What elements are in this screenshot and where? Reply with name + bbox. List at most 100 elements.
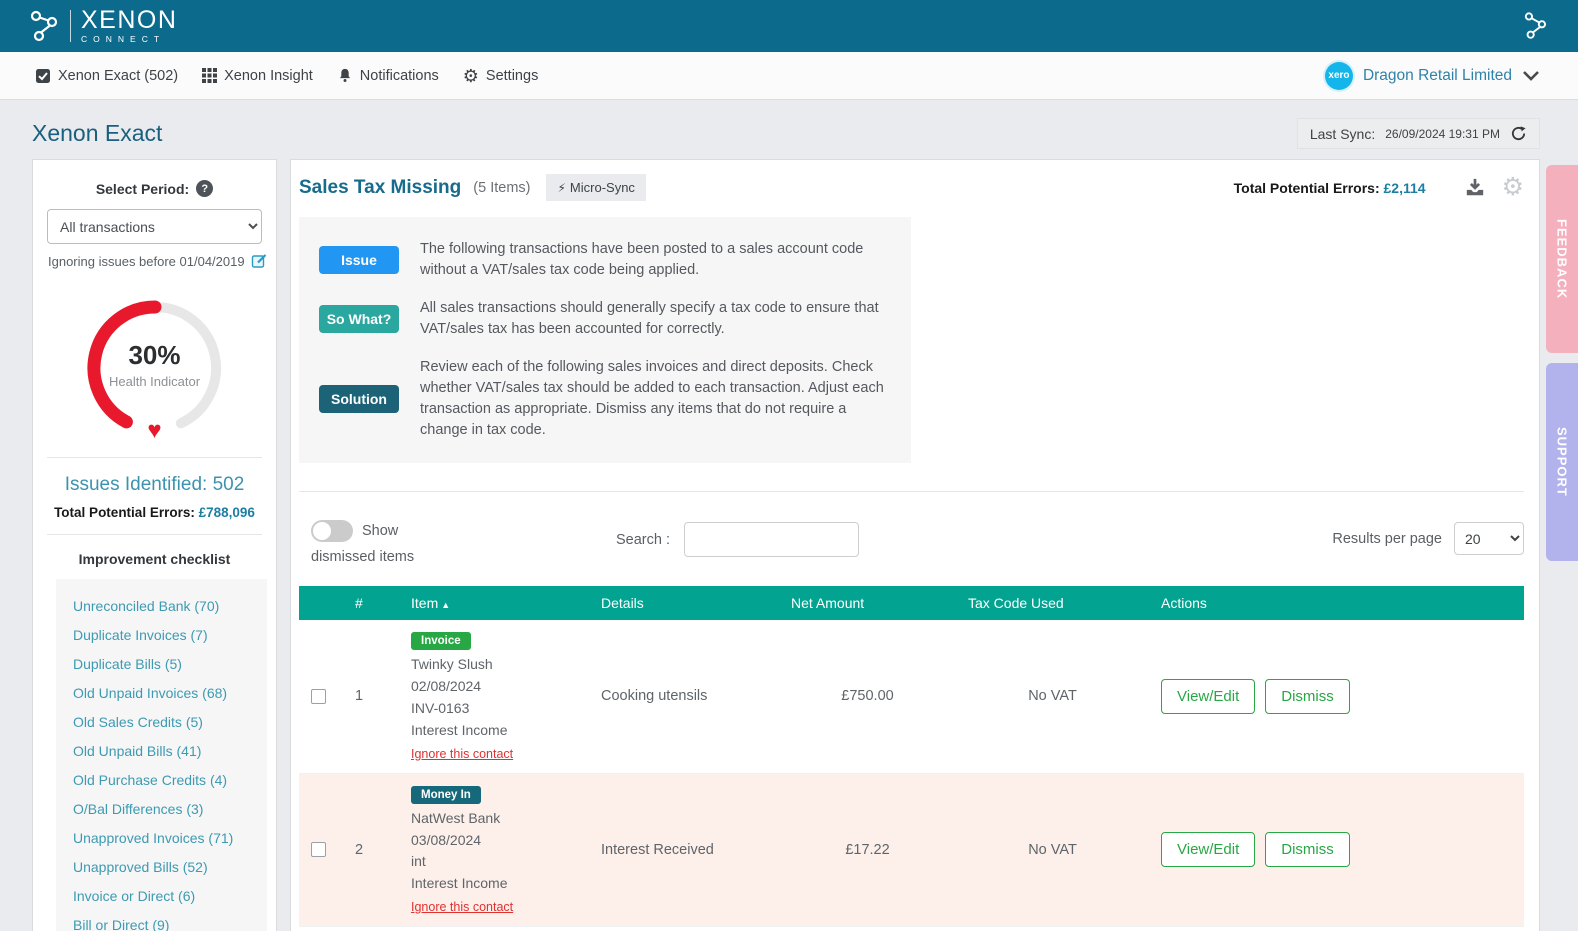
xero-badge: xero — [1325, 62, 1353, 90]
search-label: Search : — [616, 532, 670, 548]
divider — [299, 491, 1524, 492]
last-sync-box: Last Sync: 26/09/2024 19:31 PM — [1297, 118, 1540, 149]
checklist-item[interactable]: Unapproved Invoices (71) — [56, 823, 267, 852]
page-head: Xenon Exact Last Sync: 26/09/2024 19:31 … — [0, 100, 1578, 159]
nav-label: Xenon Exact (502) — [58, 68, 178, 84]
nav-item-notifications[interactable]: Notifications — [337, 67, 439, 84]
ignore-contact-link[interactable]: Ignore this contact — [411, 900, 513, 914]
period-select[interactable]: All transactions — [47, 209, 262, 244]
search-input[interactable] — [684, 522, 859, 557]
health-gauge: 30% Health Indicator ♥ — [80, 293, 230, 443]
items-count: (5 Items) — [473, 180, 530, 196]
solution-text: Review each of the following sales invoi… — [420, 357, 891, 441]
nav-label: Xenon Insight — [224, 68, 313, 84]
net-amount-cell: £750.00 — [779, 620, 956, 773]
nav-item-settings[interactable]: ⚙ Settings — [463, 67, 539, 85]
net-amount-cell: £17.22 — [779, 774, 956, 927]
row-number: 1 — [343, 620, 399, 773]
account-name: Dragon Retail Limited — [1363, 67, 1512, 85]
table-header-row: # Item▲ Details Net Amount Tax Code Used… — [299, 586, 1524, 620]
actions-cell: View/Edit Dismiss — [1149, 620, 1524, 773]
gear-icon: ⚙ — [463, 67, 479, 85]
table-row: 1InvoiceTwinky Slush02/08/2024INV-0163In… — [299, 620, 1524, 774]
nav-item-xenon-insight[interactable]: Xenon Insight — [202, 68, 313, 84]
item-line: 02/08/2024 — [411, 677, 481, 696]
checklist-item[interactable]: Old Unpaid Invoices (68) — [56, 678, 267, 707]
checklist-item[interactable]: Unreconciled Bank (70) — [56, 591, 267, 620]
ignore-contact-link[interactable]: Ignore this contact — [411, 747, 513, 761]
sidebar-total-errors-value: £788,096 — [199, 505, 255, 520]
col-header-details: Details — [589, 595, 779, 611]
sort-asc-icon: ▲ — [441, 600, 450, 610]
checklist-item[interactable]: Bill or Direct (9) — [56, 910, 267, 931]
so-what-text: All sales transactions should generally … — [420, 298, 891, 340]
item-line: Interest Income — [411, 721, 508, 740]
results-per-page-label: Results per page — [1332, 531, 1442, 547]
settings-gear-icon[interactable]: ⚙ — [1502, 175, 1524, 200]
checklist-panel: Unreconciled Bank (70)Duplicate Invoices… — [56, 579, 267, 931]
row-checkbox[interactable] — [311, 689, 326, 704]
checklist-item[interactable]: O/Bal Differences (3) — [56, 794, 267, 823]
row-number: 2 — [343, 774, 399, 927]
item-line: int — [411, 852, 426, 871]
select-period-label: Select Period: — [96, 181, 189, 197]
net-amount-cell: £47.00 — [779, 927, 956, 931]
divider — [47, 457, 262, 458]
feedback-tab[interactable]: FEEDBACK — [1546, 165, 1578, 353]
solution-badge: Solution — [319, 385, 399, 413]
health-label: Health Indicator — [109, 374, 200, 389]
results-per-page-select[interactable]: 20 — [1454, 522, 1524, 555]
issue-badge: Issue — [319, 246, 399, 274]
checklist-item[interactable]: Duplicate Bills (5) — [56, 649, 267, 678]
issues-table: # Item▲ Details Net Amount Tax Code Used… — [299, 586, 1524, 931]
dismiss-button[interactable]: Dismiss — [1265, 832, 1350, 867]
download-icon[interactable] — [1464, 178, 1486, 198]
item-line: 03/08/2024 — [411, 831, 481, 850]
table-row: 2Money InNatWest Bank03/08/2024intIntere… — [299, 774, 1524, 928]
item-cell: InvoiceAdobe04/08/2024INV-0165Sales — [399, 927, 589, 931]
nav-item-xenon-exact[interactable]: Xenon Exact (502) — [35, 68, 178, 84]
show-dismissed-toggle[interactable] — [311, 520, 353, 542]
col-header-tax-code: Tax Code Used — [956, 595, 1149, 611]
chevron-down-icon — [1522, 69, 1540, 82]
help-icon[interactable]: ? — [196, 180, 213, 197]
page-title: Xenon Exact — [32, 120, 162, 147]
heart-icon: ♥ — [147, 419, 161, 443]
ignoring-issues-text: Ignoring issues before 01/04/2019 — [48, 254, 245, 269]
item-line: NatWest Bank — [411, 809, 500, 828]
dismiss-button[interactable]: Dismiss — [1265, 679, 1350, 714]
account-dropdown[interactable]: xero Dragon Retail Limited — [1325, 62, 1540, 90]
micro-sync-badge[interactable]: ⚡ Micro-Sync — [546, 174, 645, 201]
divider — [47, 534, 262, 535]
checklist-item[interactable]: Unapproved Bills (52) — [56, 852, 267, 881]
item-line: Twinky Slush — [411, 655, 493, 674]
logo-sub: CONNECT — [81, 35, 177, 44]
logo-text: XENON CONNECT — [81, 8, 177, 44]
checklist-item[interactable]: Old Sales Credits (5) — [56, 707, 267, 736]
col-header-item[interactable]: Item▲ — [399, 595, 589, 611]
checklist-item[interactable]: Old Unpaid Bills (41) — [56, 736, 267, 765]
col-header-net-amount: Net Amount — [779, 595, 956, 611]
item-line: Interest Income — [411, 874, 508, 893]
support-tab[interactable]: SUPPORT — [1546, 363, 1578, 561]
checklist-item[interactable]: Duplicate Invoices (7) — [56, 620, 267, 649]
checklist-title: Improvement checklist — [33, 551, 276, 567]
row-checkbox[interactable] — [311, 842, 326, 857]
refresh-icon[interactable] — [1510, 125, 1527, 142]
logo-main: XENON — [81, 8, 177, 33]
edit-icon[interactable] — [251, 253, 267, 269]
details-cell: Cooking utensils — [589, 620, 779, 773]
checklist-item[interactable]: Invoice or Direct (6) — [56, 881, 267, 910]
checklist-item[interactable]: Old Purchase Credits (4) — [56, 765, 267, 794]
tax-code-cell: No VAT — [956, 927, 1149, 931]
molecule-icon-right[interactable] — [1522, 12, 1548, 40]
view-edit-button[interactable]: View/Edit — [1161, 832, 1255, 867]
sidebar-total-errors-label: Total Potential Errors: — [54, 505, 195, 520]
view-edit-button[interactable]: View/Edit — [1161, 679, 1255, 714]
invoice-badge: Invoice — [411, 632, 471, 650]
tax-code-cell: No VAT — [956, 774, 1149, 927]
item-cell: Money InNatWest Bank03/08/2024intInteres… — [399, 774, 589, 927]
table-body: 1InvoiceTwinky Slush02/08/2024INV-0163In… — [299, 620, 1524, 931]
lightning-icon: ⚡ — [557, 181, 565, 195]
details-cell: Interest Received — [589, 774, 779, 927]
